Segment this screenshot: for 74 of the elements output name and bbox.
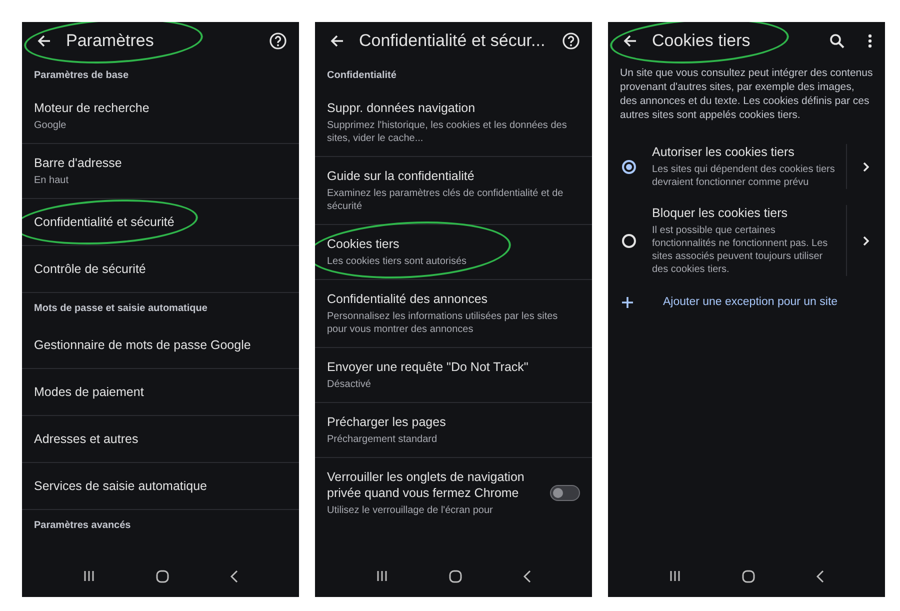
description-text: Un site que vous consultez peut intégrer des contenus provenant d'autres sites, par exemple des images, des annonces et du texte. Les cookies définis par ces autres sites sont appelés cookies tiers. (619, 66, 874, 123)
item-title: Verrouiller les onglets de navigation privée quand vous fermez Chrome (327, 469, 526, 501)
section-header: Paramètres de base (33, 69, 130, 83)
item-title: Modes de paiement (34, 384, 144, 400)
settings-item[interactable]: Moteur de recherche Google (22, 89, 299, 144)
back-icon[interactable] (523, 570, 532, 582)
settings-item[interactable]: Envoyer une requête "Do Not Track" Désactivé (315, 348, 592, 403)
back-icon[interactable] (230, 570, 238, 582)
back-arrow-icon[interactable] (622, 33, 638, 49)
item-title: Barre d'adresse (34, 155, 122, 171)
item-title: Suppr. données navigation (327, 100, 476, 116)
item-subtitle: En haut (34, 174, 70, 187)
back-icon[interactable] (816, 570, 824, 582)
search-icon[interactable] (829, 33, 845, 49)
radio-button[interactable] (622, 234, 636, 248)
item-title: Confidentialité et sécurité (34, 214, 174, 230)
option-title: Autoriser les cookies tiers (652, 144, 796, 160)
item-title: Contrôle de sécurité (34, 261, 146, 277)
screen-title: Confidentialité et sécur... (359, 31, 546, 51)
chevron-right-icon[interactable] (863, 236, 869, 246)
item-title: Guide sur la confidentialité (327, 168, 474, 184)
item-subtitle: Désactivé (327, 378, 372, 391)
recents-icon[interactable] (82, 570, 95, 582)
item-title: Adresses et autres (34, 431, 138, 447)
chevron-right-icon[interactable] (863, 162, 869, 172)
screen-title: Paramètres (66, 31, 154, 51)
option-description: Les sites qui dépendent des cookies tiers devraient fonctionner comme prévu (652, 163, 836, 189)
settings-item[interactable]: Gestionnaire de mots de passe Google (22, 322, 299, 369)
item-subtitle: Personnalisez les informations utilisées par les sites pour vous montrer des annonces (327, 310, 559, 336)
item-subtitle: Utilisez le verrouillage de l'écran pour (327, 504, 494, 517)
item-title: Confidentialité des annonces (327, 291, 488, 307)
settings-item[interactable]: Confidentialité des annonces Personnalisez les informations utilisées par les sites pour vous montrer des annonces (315, 280, 592, 348)
section-header: Confidentialité (326, 69, 398, 83)
item-title: Précharger les pages (327, 414, 446, 430)
item-subtitle: Supprimez l'historique, les cookies et les données des sites, vider le cache... (327, 119, 568, 145)
settings-item[interactable]: Modes de paiement (22, 369, 299, 416)
back-arrow-icon[interactable] (36, 33, 52, 49)
recents-icon[interactable] (376, 570, 388, 582)
item-title: Cookies tiers (327, 236, 400, 252)
item-subtitle: Préchargement standard (327, 433, 438, 446)
add-exception-link[interactable]: Ajouter une exception pour un site (663, 296, 838, 308)
section-header: Paramètres avancés (33, 519, 132, 533)
screen-title: Cookies tiers (652, 31, 750, 51)
toggle-switch[interactable] (550, 485, 580, 501)
settings-item[interactable]: Guide sur la confidentialité Examinez les paramètres clés de confidentialité et de sécurité (315, 157, 592, 225)
settings-item[interactable]: Barre d'adresse En haut (22, 144, 299, 199)
section-header: Mots de passe et saisie automatique (33, 302, 208, 316)
settings-item[interactable]: Services de saisie automatique (22, 463, 299, 510)
item-title: Gestionnaire de mots de passe Google (34, 337, 251, 353)
settings-item[interactable]: Cookies tiers Les cookies tiers sont autorisés (315, 225, 592, 280)
settings-item[interactable]: Suppr. données navigation Supprimez l'historique, les cookies et les données des sites, vider le cache... (315, 89, 592, 157)
settings-item[interactable]: Verrouiller les onglets de navigation privée quand vous fermez Chrome Utilisez le verrouillage de l'écran pour (315, 458, 592, 528)
option-title: Bloquer les cookies tiers (652, 205, 788, 221)
help-icon[interactable] (269, 32, 287, 50)
more-options-icon[interactable] (867, 33, 873, 49)
plus-icon[interactable] (622, 296, 633, 308)
settings-item[interactable]: Confidentialité et sécurité (22, 199, 299, 246)
item-subtitle: Examinez les paramètres clés de confidentialité et de sécurité (327, 187, 564, 213)
option-description: Il est possible que certaines fonctionnalités ne fonctionnent pas. Les sites associés peuvent toujours utiliser des cookies tiers. (652, 224, 829, 276)
settings-item[interactable]: Contrôle de sécurité (22, 246, 299, 293)
item-title: Moteur de recherche (34, 100, 150, 116)
help-icon[interactable] (562, 32, 580, 50)
back-arrow-icon[interactable] (329, 33, 345, 49)
item-title: Envoyer une requête "Do Not Track" (327, 359, 528, 375)
radio-button[interactable] (622, 160, 636, 174)
item-subtitle: Google (34, 119, 68, 132)
home-icon[interactable] (448, 570, 462, 582)
home-icon[interactable] (742, 570, 755, 582)
settings-item[interactable]: Précharger les pages Préchargement standard (315, 403, 592, 458)
recents-icon[interactable] (668, 570, 681, 582)
item-title: Services de saisie automatique (34, 478, 208, 494)
item-subtitle: Les cookies tiers sont autorisés (327, 255, 468, 268)
home-icon[interactable] (156, 570, 169, 582)
settings-item[interactable]: Adresses et autres (22, 416, 299, 463)
